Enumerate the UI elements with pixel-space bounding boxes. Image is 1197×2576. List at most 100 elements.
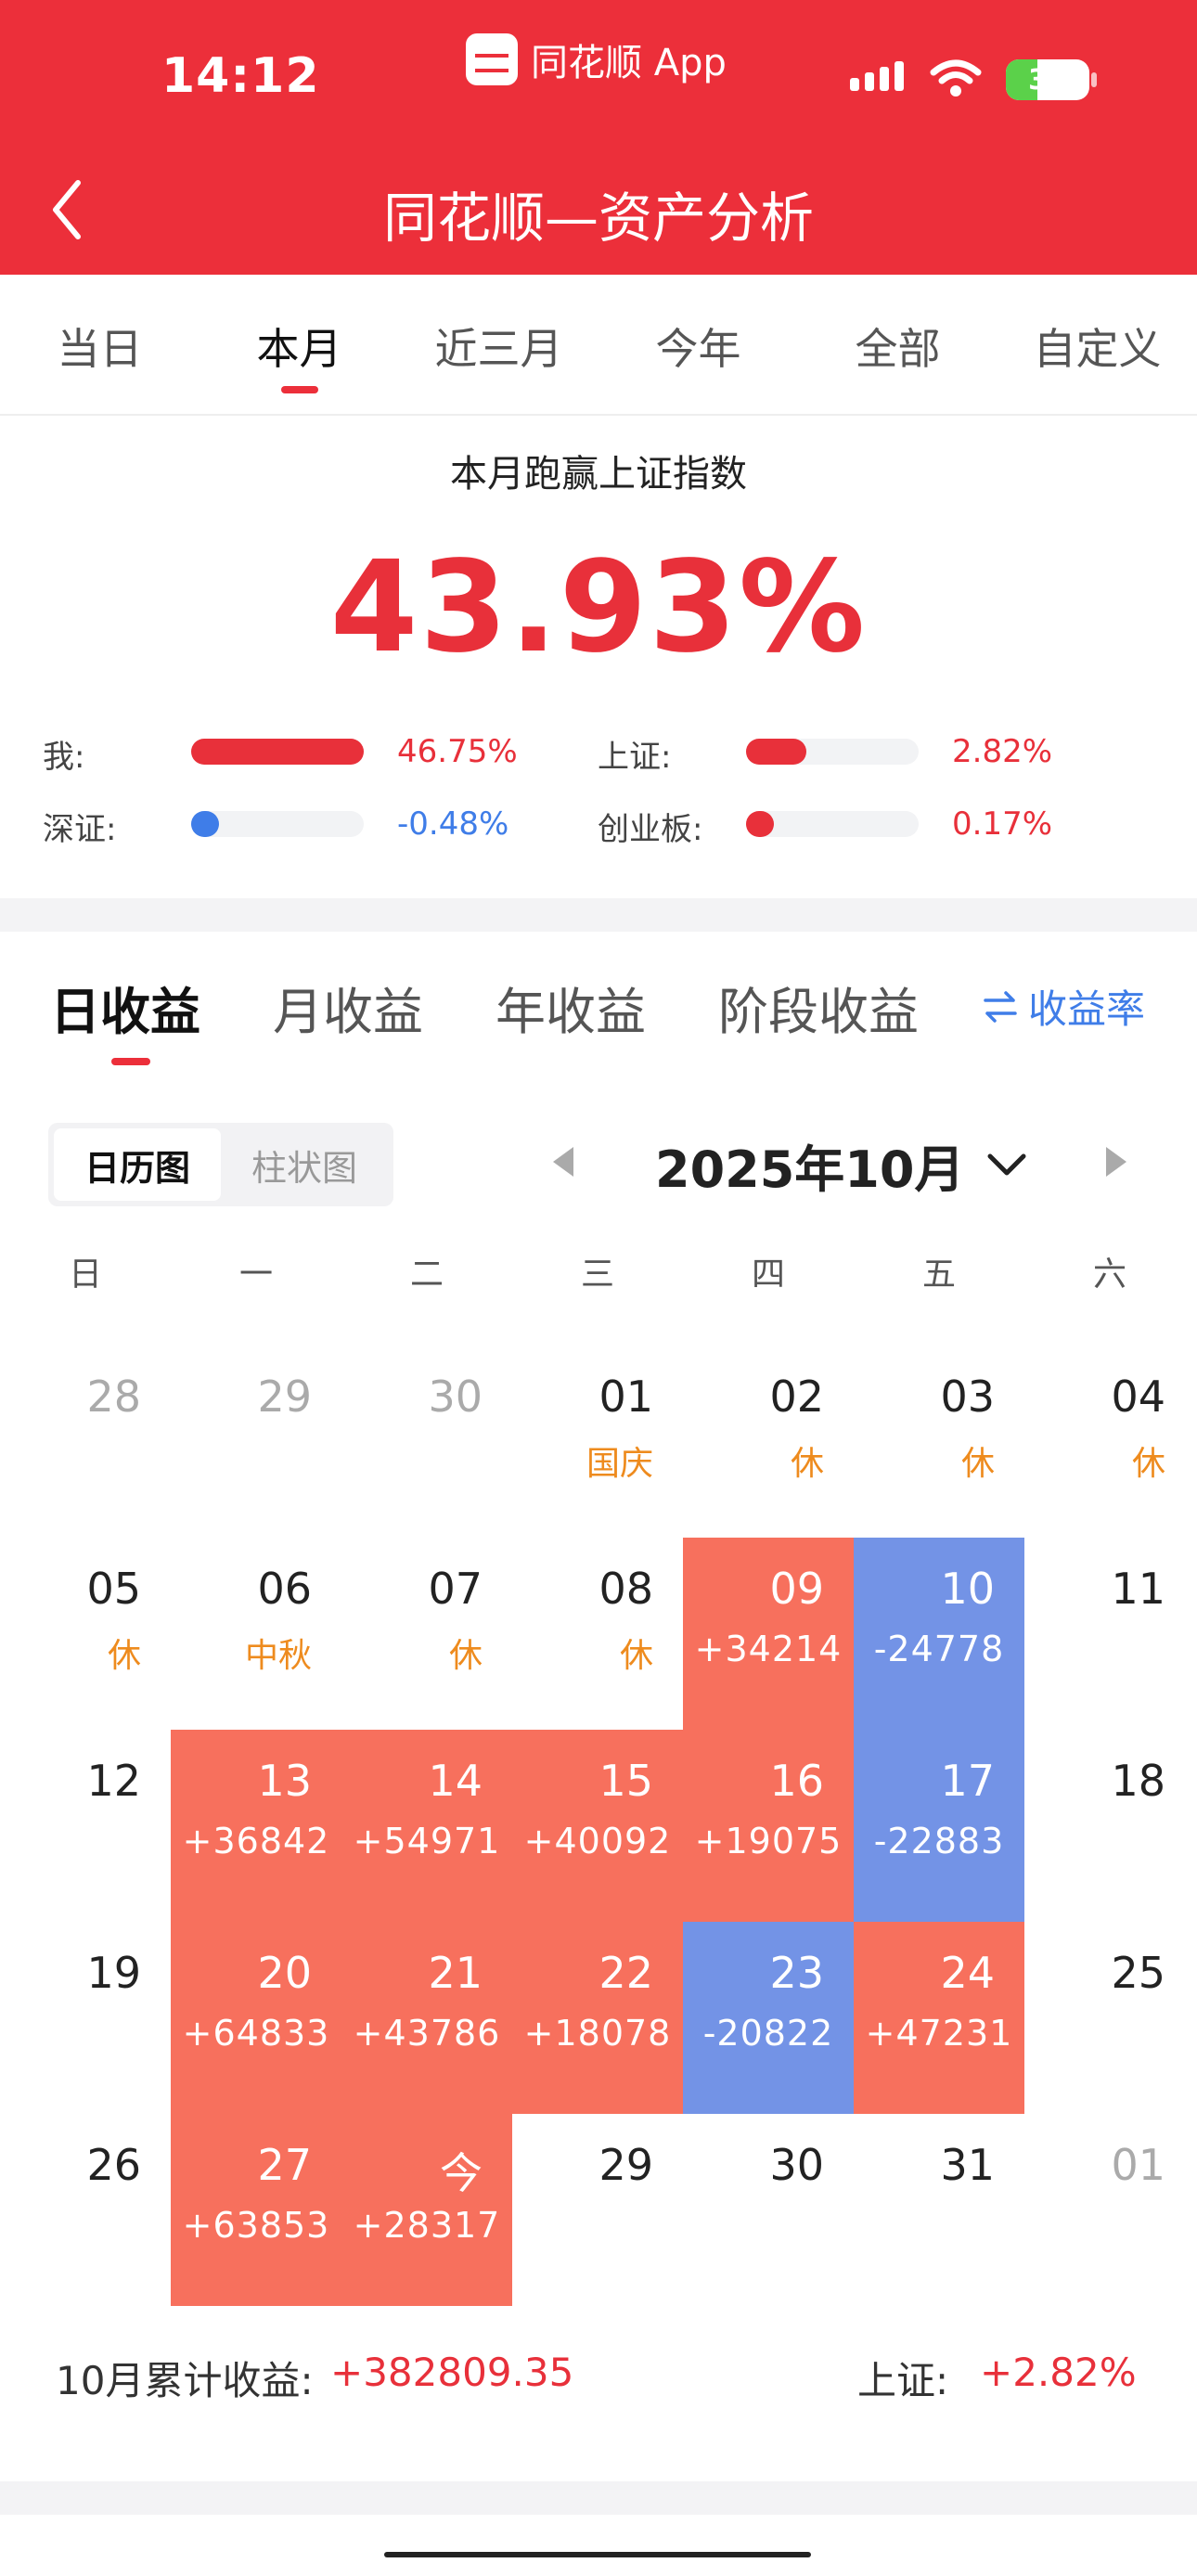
wifi-icon (930, 59, 982, 97)
calendar-day[interactable]: 29 (512, 2114, 683, 2306)
calendar-day[interactable]: 18 (1024, 1730, 1195, 1922)
period-tab-1[interactable]: 本月 (200, 275, 399, 414)
cellular-signal-icon (850, 61, 904, 91)
next-month-button[interactable] (1106, 1147, 1126, 1177)
next-section-card (0, 2515, 1197, 2576)
day-number: 26 (86, 2140, 141, 2190)
performance-summary: 本月跑赢上证指数 43.93% 我: 46.75% 上证: 2.82% 深证: -0.48… (0, 416, 1197, 898)
calendar-day[interactable]: 08 休 (512, 1538, 683, 1730)
calendar-day[interactable]: 04 休 (1024, 1346, 1195, 1538)
day-number: 19 (86, 1948, 141, 1998)
day-number: 01 (598, 1372, 653, 1422)
return-tab-0[interactable]: 日收益 (50, 971, 200, 1044)
calendar-day[interactable]: 21 +43786 (341, 1922, 512, 2114)
calendar-day[interactable]: 05 休 (0, 1538, 171, 1730)
comparison-row-2: 深证: -0.48% (43, 804, 562, 848)
daily-return: +36842 (182, 1821, 330, 1861)
summary-title: 本月跑赢上证指数 (450, 453, 747, 496)
day-number: 28 (86, 1372, 141, 1422)
battery-level: 38 (1028, 63, 1067, 97)
holiday-label: 休 (1131, 1445, 1165, 1483)
month-title: 2025年10月 (655, 1140, 965, 1199)
day-number: 20 (257, 1948, 312, 1998)
comparison-row-0: 我: 46.75% (43, 731, 562, 776)
monthly-total: 10月累计收益: +382809.35 上证: +2.82% (0, 2350, 1197, 2415)
calendar-day[interactable]: 01 (1024, 2114, 1195, 2306)
daily-return: +43786 (353, 2013, 501, 2054)
calendar-day[interactable]: 12 (0, 1730, 171, 1922)
period-tab-3[interactable]: 今年 (598, 275, 798, 414)
calendar-day[interactable]: 11 (1024, 1538, 1195, 1730)
return-tab-1[interactable]: 月收益 (273, 971, 423, 1044)
calendar-day[interactable]: 26 (0, 2114, 171, 2306)
daily-return: +28317 (353, 2205, 501, 2246)
app-name: 同花顺 App (531, 42, 727, 84)
calendar-day[interactable]: 07 休 (341, 1538, 512, 1730)
calendar-day[interactable]: 30 (341, 1346, 512, 1538)
calendar-day[interactable]: 31 (854, 2114, 1024, 2306)
holiday-label: 中秋 (244, 1637, 312, 1675)
calendar-day[interactable]: 27 +63853 (171, 2114, 341, 2306)
calendar-day[interactable]: 17 -22883 (854, 1730, 1024, 1922)
calendar-day[interactable]: 01 国庆 (512, 1346, 683, 1538)
weekday-header: 日一二三四五六 (0, 1247, 1197, 1303)
comparison-bar-fill (746, 811, 774, 837)
calendar-day[interactable]: 09 +34214 (683, 1538, 854, 1730)
calendar-day[interactable]: 25 (1024, 1922, 1195, 2114)
daily-return: +64833 (182, 2013, 330, 2054)
calendar-day[interactable]: 24 +47231 (854, 1922, 1024, 2114)
month-selector[interactable]: 2025年10月 (655, 1128, 1027, 1202)
day-number: 14 (428, 1756, 483, 1806)
calendar-day[interactable]: 28 (0, 1346, 171, 1538)
comparison-bar-track (746, 811, 919, 837)
calendar-day[interactable]: 06 中秋 (171, 1538, 341, 1730)
app-indicator[interactable]: 同花顺 App (466, 33, 727, 85)
return-tab-3[interactable]: 阶段收益 (718, 971, 919, 1044)
holiday-label: 休 (790, 1445, 824, 1483)
yield-rate-label: 收益率 (1028, 986, 1146, 1032)
calendar-day[interactable]: 15 +40092 (512, 1730, 683, 1922)
day-number: 今 (440, 2148, 483, 2198)
period-tab-4[interactable]: 全部 (798, 275, 998, 414)
calendar-day[interactable]: 10 -24778 (854, 1538, 1024, 1730)
yield-rate-toggle[interactable]: 收益率 (982, 978, 1145, 1035)
comparison-label: 我: (43, 739, 85, 776)
holiday-label: 休 (960, 1445, 995, 1483)
calendar-day[interactable]: 14 +54971 (341, 1730, 512, 1922)
calendar-day[interactable]: 19 (0, 1922, 171, 2114)
calendar-day[interactable]: 29 (171, 1346, 341, 1538)
section-divider (384, 2552, 811, 2557)
calendar-day[interactable]: 13 +36842 (171, 1730, 341, 1922)
return-tab-2[interactable]: 年收益 (496, 971, 646, 1044)
calendar-grid: 28 29 30 01 国庆 02 休 03 休 04 休 05 休 06 中秋 07 休 08 休 09 +34214… (0, 1346, 1197, 2307)
period-tabs: 当日 本月 近三月 今年 全部 自定义 (0, 275, 1197, 416)
comparison-bar-fill (191, 811, 219, 837)
day-number: 03 (940, 1372, 995, 1422)
day-number: 08 (598, 1564, 653, 1614)
comparison-bar-fill (191, 739, 364, 765)
daily-return: -22883 (873, 1821, 1005, 1861)
day-number: 06 (257, 1564, 312, 1614)
day-number: 10 (940, 1564, 995, 1614)
chevron-left-icon (53, 180, 81, 239)
comparison-value: 46.75% (397, 733, 518, 770)
calendar-day[interactable]: 02 休 (683, 1346, 854, 1538)
bar-view-button[interactable]: 柱状图 (221, 1128, 388, 1201)
calendar-day[interactable]: 22 +18078 (512, 1922, 683, 2114)
calendar-day[interactable]: 16 +19075 (683, 1730, 854, 1922)
summary-value: 43.93% (329, 535, 868, 681)
day-number: 02 (769, 1372, 824, 1422)
period-tab-5[interactable]: 自定义 (998, 275, 1197, 414)
calendar-day[interactable]: 今 +28317 (341, 2114, 512, 2306)
previous-month-button[interactable] (553, 1147, 573, 1177)
daily-return: +63853 (182, 2205, 330, 2246)
chevron-down-icon (987, 1153, 1026, 1175)
period-tab-2[interactable]: 近三月 (399, 275, 598, 414)
calendar-view-button[interactable]: 日历图 (54, 1128, 221, 1201)
period-tab-0[interactable]: 当日 (0, 275, 200, 414)
calendar-day[interactable]: 20 +64833 (171, 1922, 341, 2114)
back-button[interactable] (48, 174, 104, 245)
calendar-day[interactable]: 30 (683, 2114, 854, 2306)
calendar-day[interactable]: 23 -20822 (683, 1922, 854, 2114)
calendar-day[interactable]: 03 休 (854, 1346, 1024, 1538)
